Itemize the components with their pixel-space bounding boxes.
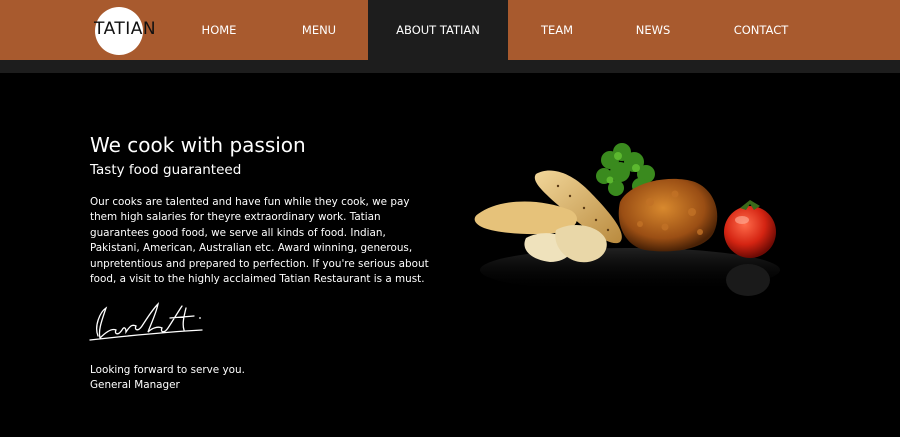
nav-menu[interactable]: MENU	[286, 0, 352, 60]
nav-team[interactable]: TEAM	[524, 0, 590, 60]
closing-title: General Manager	[90, 379, 180, 392]
navigation-sub-strip	[0, 60, 900, 73]
food-image	[474, 143, 780, 296]
closing-greeting: Looking forward to serve you.	[90, 364, 245, 376]
nav-news[interactable]: NEWS	[620, 0, 686, 60]
signature-image	[89, 302, 203, 341]
nav-about-tatian[interactable]: ABOUT TATIAN	[368, 0, 508, 60]
nav-contact[interactable]: CONTACT	[726, 0, 796, 60]
logo-text[interactable]: TATIAN	[94, 19, 156, 39]
about-paragraph: Our cooks are talented and have fun whil…	[90, 196, 429, 286]
page-subheadline: Tasty food guaranteed	[90, 162, 242, 178]
page-headline: We cook with passion	[90, 133, 306, 157]
nav-home[interactable]: HOME	[186, 0, 252, 60]
closing-text: Looking forward to serve you. General Ma…	[90, 363, 245, 394]
